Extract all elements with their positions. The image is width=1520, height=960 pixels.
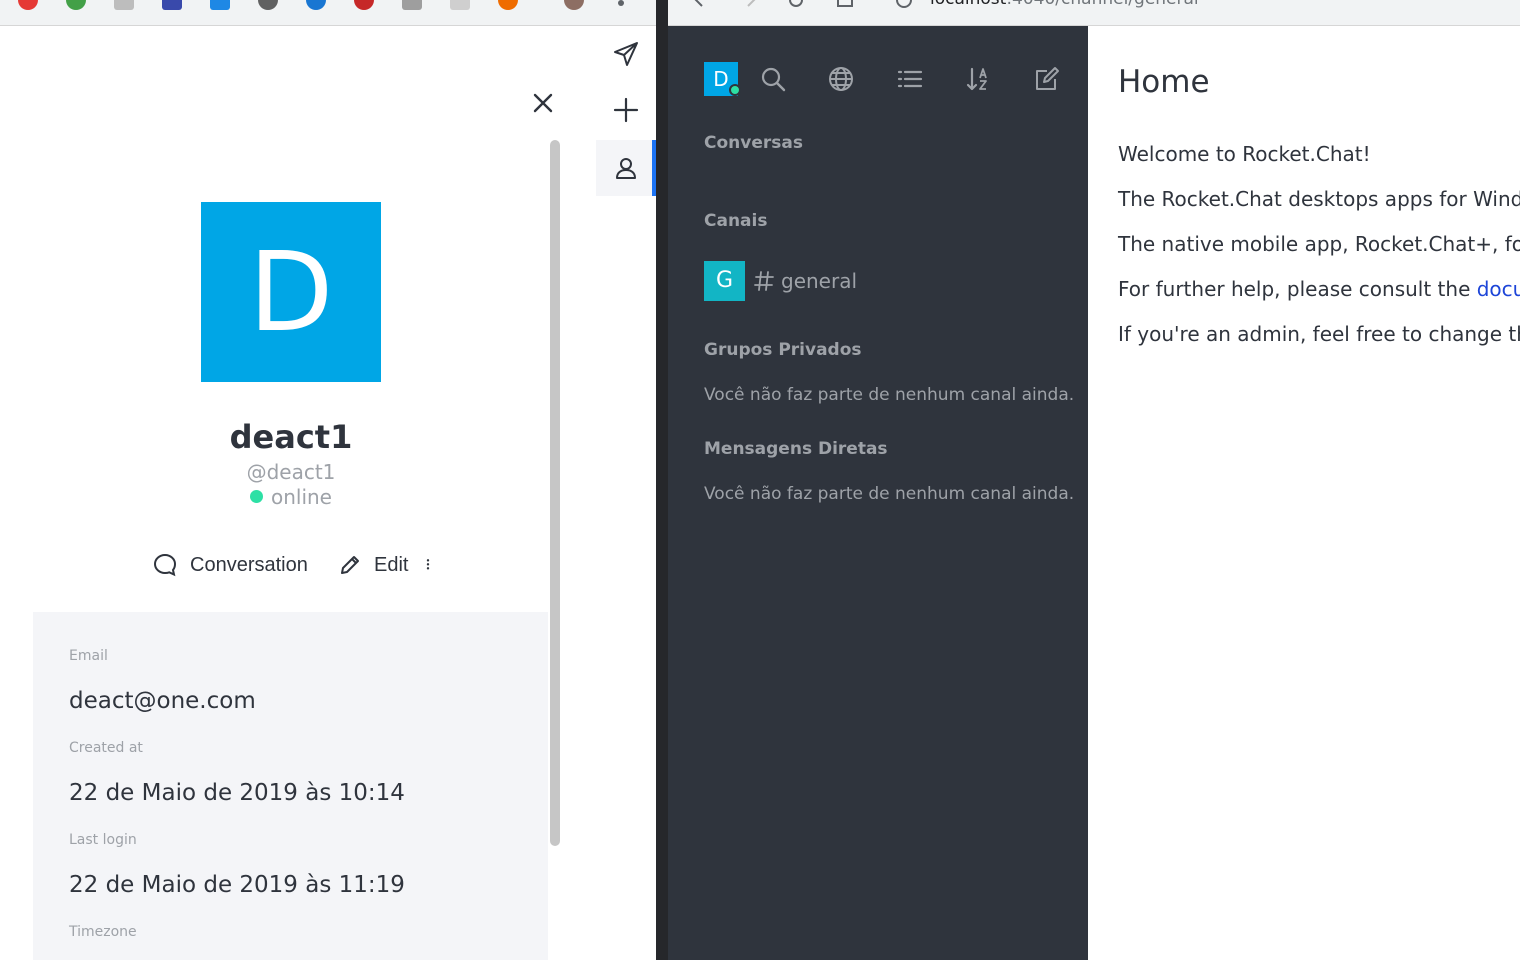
- window-divider: [656, 0, 668, 960]
- home-line-text: For further help, please consult the: [1118, 277, 1477, 301]
- extension-icon[interactable]: [402, 0, 422, 10]
- search-button[interactable]: [758, 64, 788, 94]
- address-bar[interactable]: localhost:4040/channel/general: [930, 0, 1199, 9]
- user-icon: [616, 158, 636, 179]
- user-avatar: D: [201, 202, 381, 382]
- section-direct-messages: Mensagens Diretas: [704, 439, 888, 459]
- conversation-button[interactable]: Conversation: [152, 548, 308, 582]
- compose-icon: [1036, 67, 1059, 90]
- extension-icon[interactable]: [18, 0, 38, 10]
- site-info-icon[interactable]: [894, 0, 914, 10]
- list-icon: [897, 70, 923, 88]
- send-button[interactable]: [596, 26, 656, 82]
- panel-scrollbar-thumb[interactable]: [550, 140, 560, 846]
- channel-name: general: [781, 269, 858, 293]
- email-value: deact@one.com: [69, 688, 256, 714]
- user-info-panel: D deact1 @deact1 online Conversation Edi…: [0, 26, 562, 960]
- section-private-groups: Grupos Privados: [704, 340, 862, 360]
- search-icon: [761, 67, 786, 92]
- last-login-label: Last login: [69, 832, 137, 848]
- private-groups-empty-text: Você não faz parte de nenhum canal ainda…: [704, 385, 1075, 405]
- user-info-button[interactable]: [596, 140, 656, 196]
- extension-icon[interactable]: [498, 0, 518, 10]
- home-icon[interactable]: [836, 0, 854, 8]
- plus-icon: [613, 97, 639, 123]
- add-button[interactable]: [596, 82, 656, 138]
- page-title: Home: [1118, 64, 1210, 100]
- created-at-label: Created at: [69, 740, 143, 756]
- hashtag-icon: [754, 271, 774, 291]
- user-actions: Conversation Edit: [0, 548, 562, 582]
- sort-button[interactable]: [964, 64, 994, 94]
- url-path: :4040/channel/general: [1006, 0, 1198, 9]
- room-toolbar: [596, 26, 656, 960]
- status-text: online: [270, 485, 332, 509]
- conversation-label: Conversation: [190, 553, 308, 576]
- status-online-dot: [249, 490, 263, 503]
- extension-icon[interactable]: [114, 0, 134, 10]
- extensions-bar: [0, 0, 656, 26]
- created-at-value: 22 de Maio de 2019 às 10:14: [69, 780, 405, 806]
- reload-icon[interactable]: [786, 0, 806, 10]
- my-status-dot: [729, 84, 741, 96]
- extension-icon[interactable]: [450, 0, 470, 10]
- home-line: If you're an admin, feel free to change …: [1118, 322, 1520, 346]
- extension-icon[interactable]: [258, 0, 278, 10]
- url-host: localhost: [930, 0, 1006, 9]
- extension-icon[interactable]: [162, 0, 182, 10]
- extension-icon[interactable]: [210, 0, 230, 10]
- rocketchat-sidebar: D Conversas Canais G general Grupos Priv…: [668, 26, 1088, 960]
- send-icon: [614, 42, 638, 66]
- back-icon[interactable]: [692, 0, 708, 8]
- right-browser-toolbar: localhost:4040/channel/general: [668, 0, 1520, 26]
- home-line: For further help, please consult the doc…: [1118, 277, 1520, 301]
- close-icon: [533, 93, 553, 113]
- profile-icon[interactable]: [564, 0, 584, 10]
- pencil-icon: [341, 556, 359, 574]
- home-line: Welcome to Rocket.Chat!: [1118, 142, 1371, 166]
- sidebar-item-general[interactable]: G general: [704, 261, 1064, 301]
- extension-icon[interactable]: [66, 0, 86, 10]
- home-content: Home Welcome to Rocket.Chat! The Rocket.…: [1088, 26, 1520, 960]
- view-mode-button[interactable]: [895, 64, 925, 94]
- globe-icon: [829, 67, 853, 91]
- directory-button[interactable]: [826, 64, 856, 94]
- forward-icon[interactable]: [742, 0, 758, 8]
- channel-avatar: G: [704, 261, 745, 301]
- last-login-value: 22 de Maio de 2019 às 11:19: [69, 872, 405, 898]
- user-username: @deact1: [246, 460, 336, 484]
- extension-icon[interactable]: [354, 0, 374, 10]
- documentation-link[interactable]: docum: [1477, 277, 1520, 301]
- home-line: The Rocket.Chat desktops apps for Windov: [1118, 187, 1520, 211]
- extension-icon[interactable]: [306, 0, 326, 10]
- browser-menu-icon[interactable]: [618, 0, 624, 6]
- close-panel-button[interactable]: [528, 88, 558, 118]
- user-info-details: Email deact@one.com Created at 22 de Mai…: [33, 612, 548, 960]
- user-status: online: [0, 485, 562, 509]
- more-actions-button[interactable]: [426, 548, 442, 582]
- section-channels: Canais: [704, 211, 768, 231]
- edit-button[interactable]: Edit: [338, 548, 408, 582]
- email-label: Email: [69, 648, 108, 664]
- timezone-label: Timezone: [69, 924, 137, 940]
- section-conversations: Conversas: [704, 133, 803, 153]
- user-display-name: deact1: [229, 418, 353, 456]
- chat-bubble-icon: [153, 553, 177, 577]
- create-new-button[interactable]: [1032, 64, 1062, 94]
- sort-az-icon: [966, 67, 987, 91]
- edit-label: Edit: [374, 553, 409, 576]
- direct-messages-empty-text: Você não faz parte de nenhum canal ainda…: [704, 484, 1075, 504]
- kebab-menu-icon: [426, 559, 430, 570]
- left-browser-window: D deact1 @deact1 online Conversation Edi…: [0, 0, 656, 960]
- home-line: The native mobile app, Rocket.Chat+, for…: [1118, 232, 1520, 256]
